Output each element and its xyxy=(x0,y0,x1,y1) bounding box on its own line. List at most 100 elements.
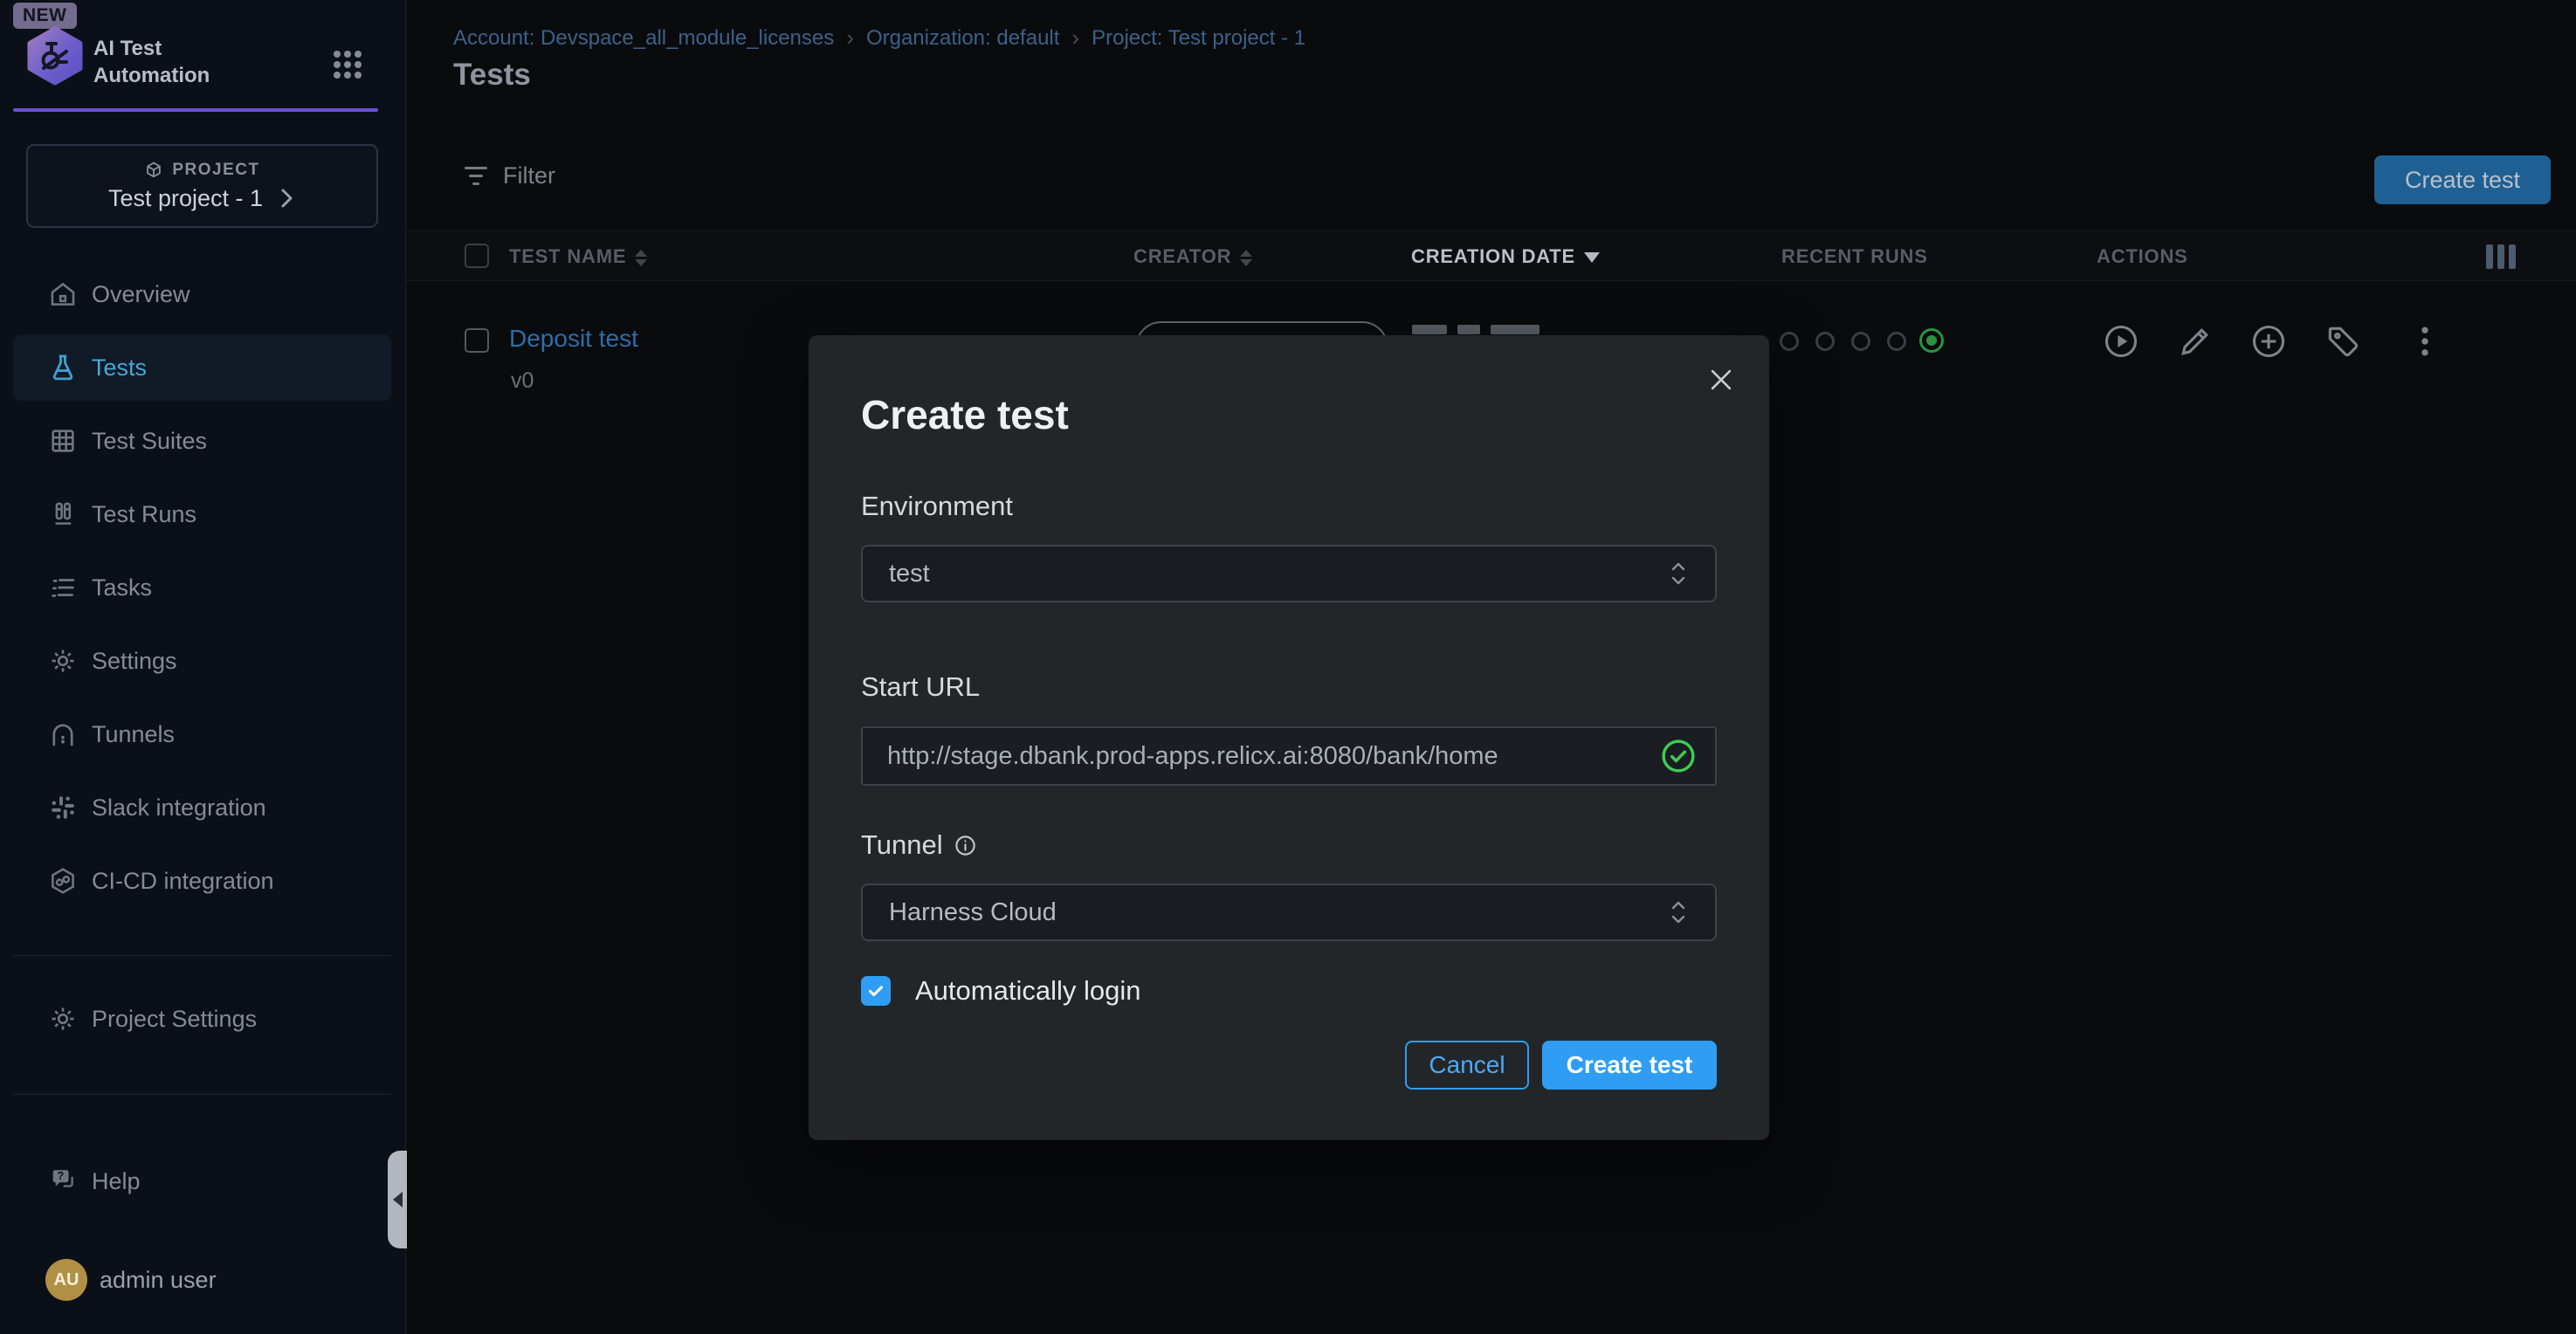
sidebar-item-test-suites[interactable]: Test Suites xyxy=(13,408,391,474)
recent-run-dot[interactable] xyxy=(1851,332,1870,351)
breadcrumb-project-link[interactable]: Project: Test project - 1 xyxy=(1092,26,1305,51)
sidebar-item-overview[interactable]: Overview xyxy=(13,261,391,327)
tunnel-value: Harness Cloud xyxy=(889,898,1668,927)
tag-icon[interactable] xyxy=(2324,322,2362,361)
select-chevrons-icon xyxy=(1668,895,1689,930)
sidebar-item-label: Slack integration xyxy=(92,794,266,822)
column-settings-icon[interactable] xyxy=(2486,244,2516,269)
page-title: Tests xyxy=(453,58,531,93)
cancel-button[interactable]: Cancel xyxy=(1405,1041,1529,1090)
add-icon[interactable] xyxy=(2249,322,2288,361)
environment-select[interactable]: test xyxy=(861,545,1717,602)
filter-button[interactable]: Filter xyxy=(465,162,555,189)
filter-label: Filter xyxy=(503,162,555,189)
sidebar-item-label: Test Suites xyxy=(92,428,207,455)
run-test-icon[interactable] xyxy=(2102,322,2140,361)
chevron-right-icon xyxy=(277,187,296,210)
creation-date-clipped-text xyxy=(1412,325,1447,334)
sidebar-item-help[interactable]: ? Help xyxy=(13,1148,391,1214)
environment-label: Environment xyxy=(861,491,1013,522)
test-version: v0 xyxy=(511,368,534,394)
auto-login-label: Automatically login xyxy=(915,975,1140,1007)
select-all-checkbox[interactable] xyxy=(465,244,489,268)
help-chat-icon: ? xyxy=(48,1166,78,1196)
breadcrumb-separator: › xyxy=(1059,24,1092,52)
sidebar-item-label: CI-CD integration xyxy=(92,868,274,895)
select-chevrons-icon xyxy=(1668,556,1689,591)
modal-create-test-button[interactable]: Create test xyxy=(1542,1041,1717,1090)
sidebar-divider xyxy=(13,955,391,956)
row-checkbox[interactable] xyxy=(465,328,489,353)
creation-date-clipped-text xyxy=(1491,325,1539,334)
more-options-icon[interactable] xyxy=(2406,322,2444,361)
sidebar: NEW AI Test Automation xyxy=(0,0,406,1334)
tunnel-icon xyxy=(48,719,78,749)
edit-test-icon[interactable] xyxy=(2176,322,2214,361)
create-test-modal: Create test Environment test Start URL T… xyxy=(809,335,1769,1140)
sidebar-item-project-settings[interactable]: Project Settings xyxy=(13,986,391,1052)
column-header-creation-date[interactable]: CREATION DATE xyxy=(1411,245,1600,268)
app-switcher-icon[interactable] xyxy=(330,47,365,82)
column-header-actions: ACTIONS xyxy=(2097,245,2188,268)
column-header-test-name[interactable]: TEST NAME xyxy=(509,245,647,268)
sidebar-item-tests[interactable]: Tests xyxy=(13,334,391,401)
user-name: admin user xyxy=(100,1267,217,1294)
cicd-icon xyxy=(48,866,78,896)
tunnel-select[interactable]: Harness Cloud xyxy=(861,884,1717,941)
slack-icon xyxy=(48,793,78,822)
project-label: PROJECT xyxy=(172,161,259,180)
sidebar-item-label: Test Runs xyxy=(92,501,196,528)
sidebar-item-label: Project Settings xyxy=(92,1006,257,1033)
recent-run-dot[interactable] xyxy=(1780,332,1799,351)
creation-date-clipped-text xyxy=(1457,325,1480,334)
sidebar-collapse-handle[interactable] xyxy=(388,1151,407,1248)
recent-run-dot[interactable] xyxy=(1887,332,1906,351)
sidebar-item-test-runs[interactable]: Test Runs xyxy=(13,481,391,547)
breadcrumb-org-link[interactable]: Organization: default xyxy=(866,26,1059,51)
filter-icon xyxy=(465,167,487,185)
sidebar-item-tunnels[interactable]: Tunnels xyxy=(13,701,391,767)
sidebar-item-label: Tunnels xyxy=(92,721,175,748)
app-logo-icon xyxy=(26,26,84,86)
sort-icons xyxy=(635,250,647,266)
user-menu[interactable]: AU admin user xyxy=(45,1259,217,1301)
sidebar-item-settings[interactable]: Settings xyxy=(13,628,391,694)
sidebar-item-cicd-integration[interactable]: CI-CD integration xyxy=(13,848,391,914)
collapse-left-icon xyxy=(393,1192,403,1207)
gear-icon xyxy=(48,1004,78,1034)
column-header-creator[interactable]: CREATOR xyxy=(1133,245,1252,268)
test-name-link[interactable]: Deposit test xyxy=(509,325,638,353)
brand-accent-line xyxy=(13,108,378,112)
recent-run-dot-passed[interactable] xyxy=(1919,328,1944,353)
auto-login-checkbox[interactable] xyxy=(861,976,891,1006)
svg-text:?: ? xyxy=(58,1169,65,1182)
column-header-recent-runs: RECENT RUNS xyxy=(1781,245,1928,268)
breadcrumb-account-link[interactable]: Account: Devspace_all_module_licenses xyxy=(453,26,834,51)
sidebar-item-label: Settings xyxy=(92,648,177,675)
start-url-field xyxy=(861,726,1717,786)
cube-icon xyxy=(144,161,163,180)
test-runs-icon xyxy=(48,499,78,529)
sidebar-item-slack-integration[interactable]: Slack integration xyxy=(13,774,391,841)
sort-desc-icon xyxy=(1584,252,1600,263)
task-list-icon xyxy=(48,573,78,602)
start-url-input[interactable] xyxy=(887,742,1659,771)
auto-login-option[interactable]: Automatically login xyxy=(861,975,1140,1007)
sidebar-divider xyxy=(13,1094,391,1095)
info-icon[interactable] xyxy=(954,834,977,857)
environment-value: test xyxy=(889,560,1668,588)
home-icon xyxy=(48,279,78,309)
url-valid-check-icon xyxy=(1659,737,1698,775)
app-title: AI Test Automation xyxy=(93,35,210,89)
sort-icons xyxy=(1240,250,1252,266)
gear-icon xyxy=(48,646,78,676)
sidebar-item-label: Help xyxy=(92,1168,141,1195)
start-url-label: Start URL xyxy=(861,671,980,703)
recent-run-dot[interactable] xyxy=(1815,332,1835,351)
sidebar-item-tasks[interactable]: Tasks xyxy=(13,554,391,621)
close-icon[interactable] xyxy=(1706,365,1736,395)
avatar: AU xyxy=(45,1259,87,1301)
tunnel-label: Tunnel xyxy=(861,829,977,861)
project-selector[interactable]: PROJECT Test project - 1 xyxy=(26,144,378,228)
create-test-button[interactable]: Create test xyxy=(2374,155,2551,204)
